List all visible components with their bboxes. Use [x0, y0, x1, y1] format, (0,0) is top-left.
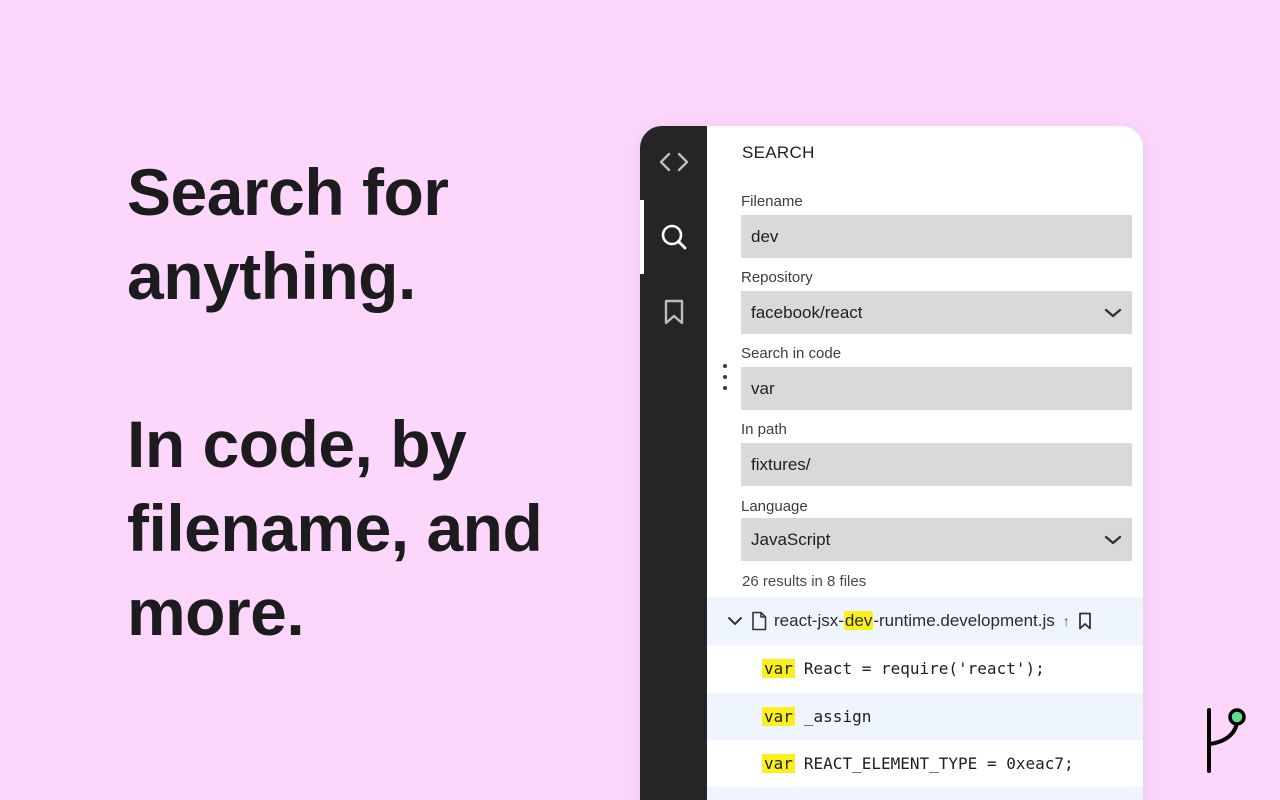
chevron-down-icon[interactable] — [727, 615, 743, 627]
search-sidebar: SEARCH Filename Repository facebook/reac… — [707, 126, 1143, 800]
code-result-line[interactable] — [707, 787, 1143, 800]
hero-line: anything. — [127, 239, 416, 313]
language-value: JavaScript — [751, 529, 831, 549]
file-name[interactable]: react-jsx-dev-runtime.development.js — [774, 611, 1055, 631]
bookmark-icon[interactable] — [1078, 612, 1092, 630]
code-match: var — [762, 754, 795, 773]
panel-title: SEARCH — [742, 143, 815, 162]
in-path-label: In path — [741, 421, 787, 438]
code-text: REACT_ELEMENT_TYPE = 0xeac7; — [803, 754, 1074, 773]
bookmarks-view-button[interactable] — [640, 287, 707, 337]
file-icon — [752, 611, 767, 631]
resize-handle[interactable] — [721, 364, 729, 390]
code-match: var — [762, 707, 795, 726]
language-label: Language — [741, 498, 808, 515]
file-name-suffix: -runtime.development.js — [873, 611, 1055, 630]
language-select[interactable]: JavaScript — [741, 518, 1132, 561]
file-name-prefix: react-jsx- — [774, 611, 844, 630]
search-view-button[interactable] — [640, 200, 707, 274]
repository-value: facebook/react — [751, 302, 863, 322]
code-text: React = require('react'); — [803, 659, 1045, 678]
code-view-button[interactable] — [640, 137, 707, 187]
hero-line: more. — [127, 575, 305, 649]
bookmark-icon — [664, 299, 683, 325]
sort-indicator: ↑ — [1062, 613, 1070, 629]
activity-bar — [640, 126, 707, 800]
repository-label: Repository — [741, 269, 813, 286]
chevron-down-icon — [1104, 308, 1122, 317]
code-result-line[interactable]: var _assign — [707, 693, 1143, 740]
file-name-match: dev — [843, 611, 874, 630]
search-icon — [661, 224, 686, 250]
hero-line: Search for — [127, 155, 449, 229]
search-in-code-label: Search in code — [741, 345, 842, 362]
code-text: _assign — [803, 707, 872, 726]
hero-line: In code, by — [127, 407, 467, 481]
in-path-input[interactable] — [741, 443, 1132, 486]
hero-headline: Search for anything. In code, by filenam… — [127, 150, 597, 654]
brand-logo — [1207, 708, 1246, 773]
results-summary: 26 results in 8 files — [742, 573, 867, 590]
hero-line: filename, and — [127, 491, 543, 565]
search-in-code-input[interactable] — [741, 367, 1132, 410]
chevron-down-icon — [1104, 535, 1122, 544]
code-icon — [659, 152, 688, 172]
extension-panel: SEARCH Filename Repository facebook/reac… — [640, 126, 1143, 800]
file-result-row[interactable]: react-jsx-dev-runtime.development.js ↑ — [707, 597, 1143, 645]
code-result-line[interactable]: var React = require('react'); — [707, 645, 1143, 692]
repository-select[interactable]: facebook/react — [741, 291, 1132, 334]
filename-label: Filename — [741, 193, 803, 210]
code-match: var — [762, 659, 795, 678]
code-result-line[interactable]: var REACT_ELEMENT_TYPE = 0xeac7; — [707, 740, 1143, 787]
filename-input[interactable] — [741, 215, 1132, 258]
